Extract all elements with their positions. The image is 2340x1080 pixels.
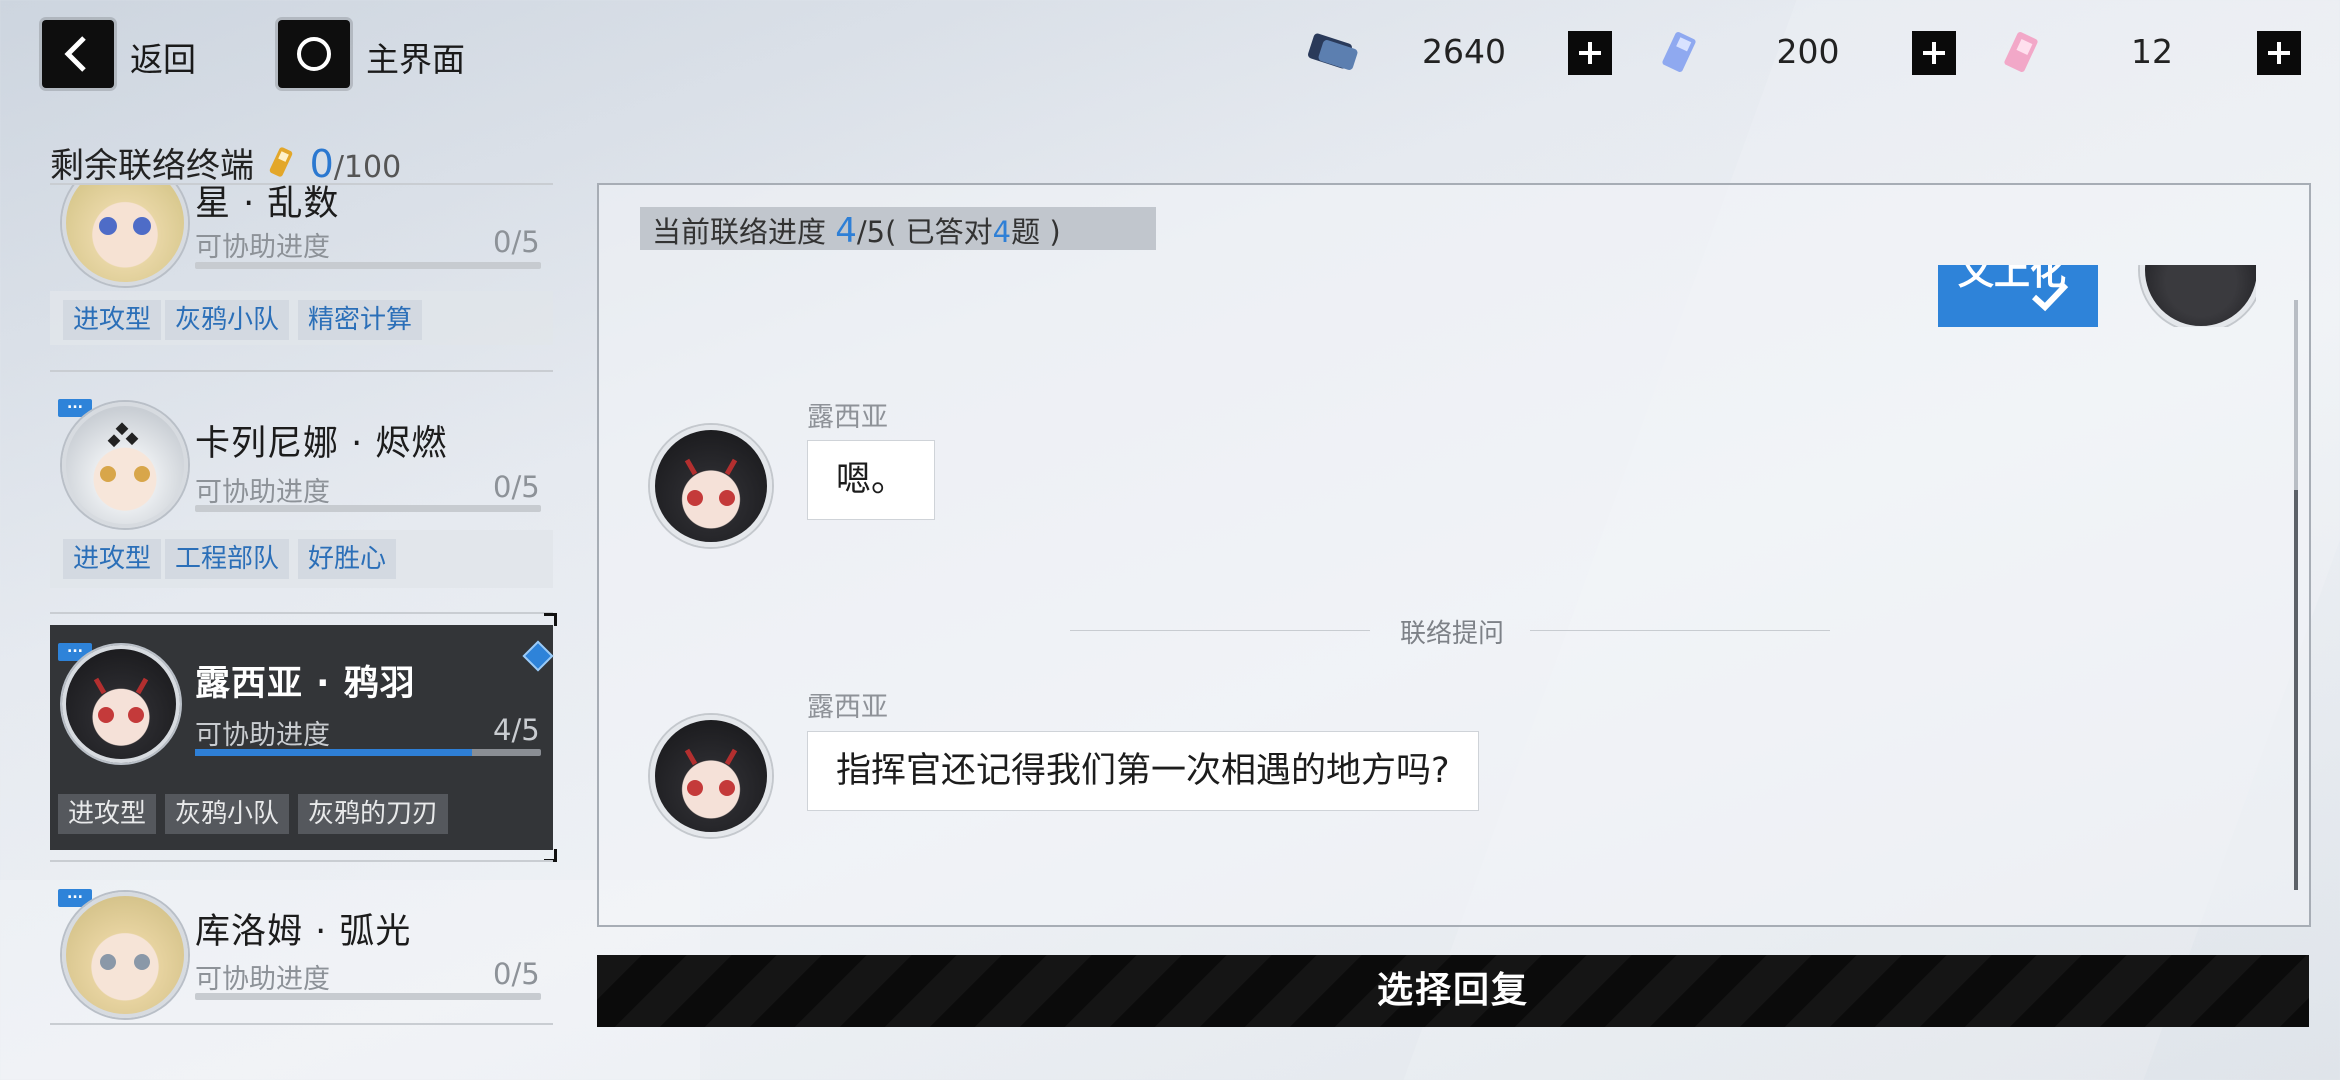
player-reply-bubble: 义上化 [1938, 265, 2098, 327]
character-card[interactable]: 星 · 乱数 可协助进度 0/5 进攻型 灰鸦小队 精密计算 [50, 185, 553, 345]
checkmark-icon [2031, 282, 2069, 312]
back-button[interactable] [42, 20, 114, 88]
pink-ticket-icon [1996, 30, 2052, 74]
player-avatar [2140, 265, 2256, 327]
chat-answered-count: 4 [992, 215, 1012, 249]
character-name: 露西亚 · 鸦羽 [195, 664, 416, 704]
avatar [62, 402, 188, 528]
avatar [62, 892, 188, 1018]
progress-bar [195, 262, 541, 269]
home-button[interactable] [278, 20, 350, 88]
npc-avatar [650, 715, 772, 837]
tag: 进攻型 [58, 794, 157, 834]
system-divider-line [1530, 630, 1830, 631]
chat-progress-label: 当前联络进度 [652, 215, 827, 249]
character-name: 库洛姆 · 弧光 [195, 912, 412, 952]
progress-bar [195, 505, 541, 512]
tag: 进攻型 [63, 539, 162, 579]
chat-progress-current: 4 [835, 211, 857, 251]
progress-value: 0/5 [493, 470, 540, 504]
tag: 好胜心 [298, 539, 397, 579]
remaining-terminals-total: /100 [333, 150, 402, 185]
resource-value: 2640 [1422, 32, 1506, 71]
system-divider-line [1070, 630, 1370, 631]
progress-label: 可协助进度 [195, 720, 330, 751]
progress-value: 0/5 [493, 225, 540, 259]
tag: 灰鸦小队 [165, 300, 290, 340]
message-bubble: 嗯。 [807, 440, 936, 520]
tag-row: 进攻型 工程部队 好胜心 [50, 530, 553, 588]
home-label[interactable]: 主界面 [366, 33, 465, 81]
circle-home-icon [297, 37, 331, 71]
avatar [62, 645, 180, 763]
list-divider [50, 1023, 553, 1025]
add-resource-button[interactable] [2257, 31, 2301, 75]
chat-progress: 当前联络进度 4/5( 已答对4题 ) [652, 209, 1061, 251]
progress-bar [195, 749, 541, 756]
remaining-terminals: 剩余联络终端 0/100 [50, 138, 401, 187]
progress-value: 4/5 [493, 713, 540, 747]
resource-value: 200 [1776, 32, 1840, 71]
terminal-icon [269, 147, 293, 177]
chat-answered-prefix: ( 已答对 [885, 215, 993, 249]
progress-fill [195, 749, 472, 756]
tag-row: 进攻型 灰鸦小队 灰鸦的刀刃 [50, 785, 553, 843]
message-bubble: 指挥官还记得我们第一次相遇的地方吗? [807, 731, 1479, 811]
character-card-selected[interactable]: ... 露西亚 · 鸦羽 可协助进度 4/5 进攻型 灰鸦小队 灰鸦的刀刃 [50, 613, 557, 862]
list-divider [50, 860, 553, 862]
progress-label: 可协助进度 [195, 964, 330, 995]
scrollbar-thumb[interactable] [2294, 490, 2298, 890]
remaining-terminals-count: 0 [309, 142, 334, 186]
blue-ticket-icon [1654, 30, 1710, 74]
progress-label: 可协助进度 [195, 232, 330, 263]
progress-label: 可协助进度 [195, 477, 330, 508]
tag: 精密计算 [298, 300, 423, 340]
tag-row: 进攻型 灰鸦小队 精密计算 [50, 291, 553, 345]
resource-value: 12 [2131, 32, 2173, 71]
character-card[interactable]: ... 库洛姆 · 弧光 可协助进度 0/5 [50, 885, 553, 1020]
tag: 灰鸦小队 [165, 794, 290, 834]
tag: 工程部队 [165, 539, 290, 579]
character-name: 卡列尼娜 · 烬燃 [195, 424, 448, 464]
tag: 灰鸦的刀刃 [298, 794, 449, 834]
plus-icon [1579, 42, 1601, 64]
list-divider [50, 612, 553, 614]
plus-icon [1923, 42, 1945, 64]
chevron-left-icon [64, 36, 86, 72]
avatar [62, 185, 188, 286]
message-sender: 露西亚 [807, 402, 888, 433]
npc-avatar [650, 425, 772, 547]
corner-bracket [544, 613, 557, 626]
character-card[interactable]: ... 卡列尼娜 · 烬燃 可协助进度 0/5 进攻型 工程部队 好胜心 [50, 395, 553, 595]
scrollbar-track[interactable] [2294, 300, 2298, 490]
black-card-icon [1306, 30, 1362, 74]
remaining-terminals-label: 剩余联络终端 [50, 146, 254, 186]
progress-bar [195, 993, 541, 1000]
tag: 进攻型 [63, 300, 162, 340]
system-label: 联络提问 [1400, 619, 1505, 649]
chat-progress-total: /5 [856, 215, 886, 249]
add-resource-button[interactable] [1912, 31, 1956, 75]
player-avatar-clip [2138, 265, 2256, 327]
message-sender: 露西亚 [807, 692, 888, 723]
character-name: 星 · 乱数 [195, 185, 340, 224]
back-label[interactable]: 返回 [130, 33, 196, 81]
add-resource-button[interactable] [1568, 31, 1612, 75]
chat-answered-suffix: 题 ) [1011, 215, 1061, 249]
list-divider [50, 370, 553, 372]
progress-value: 0/5 [493, 957, 540, 991]
plus-icon [2268, 42, 2290, 64]
select-reply-button[interactable]: 选择回复 [597, 955, 2309, 1027]
diamond-marker-icon [522, 640, 554, 672]
